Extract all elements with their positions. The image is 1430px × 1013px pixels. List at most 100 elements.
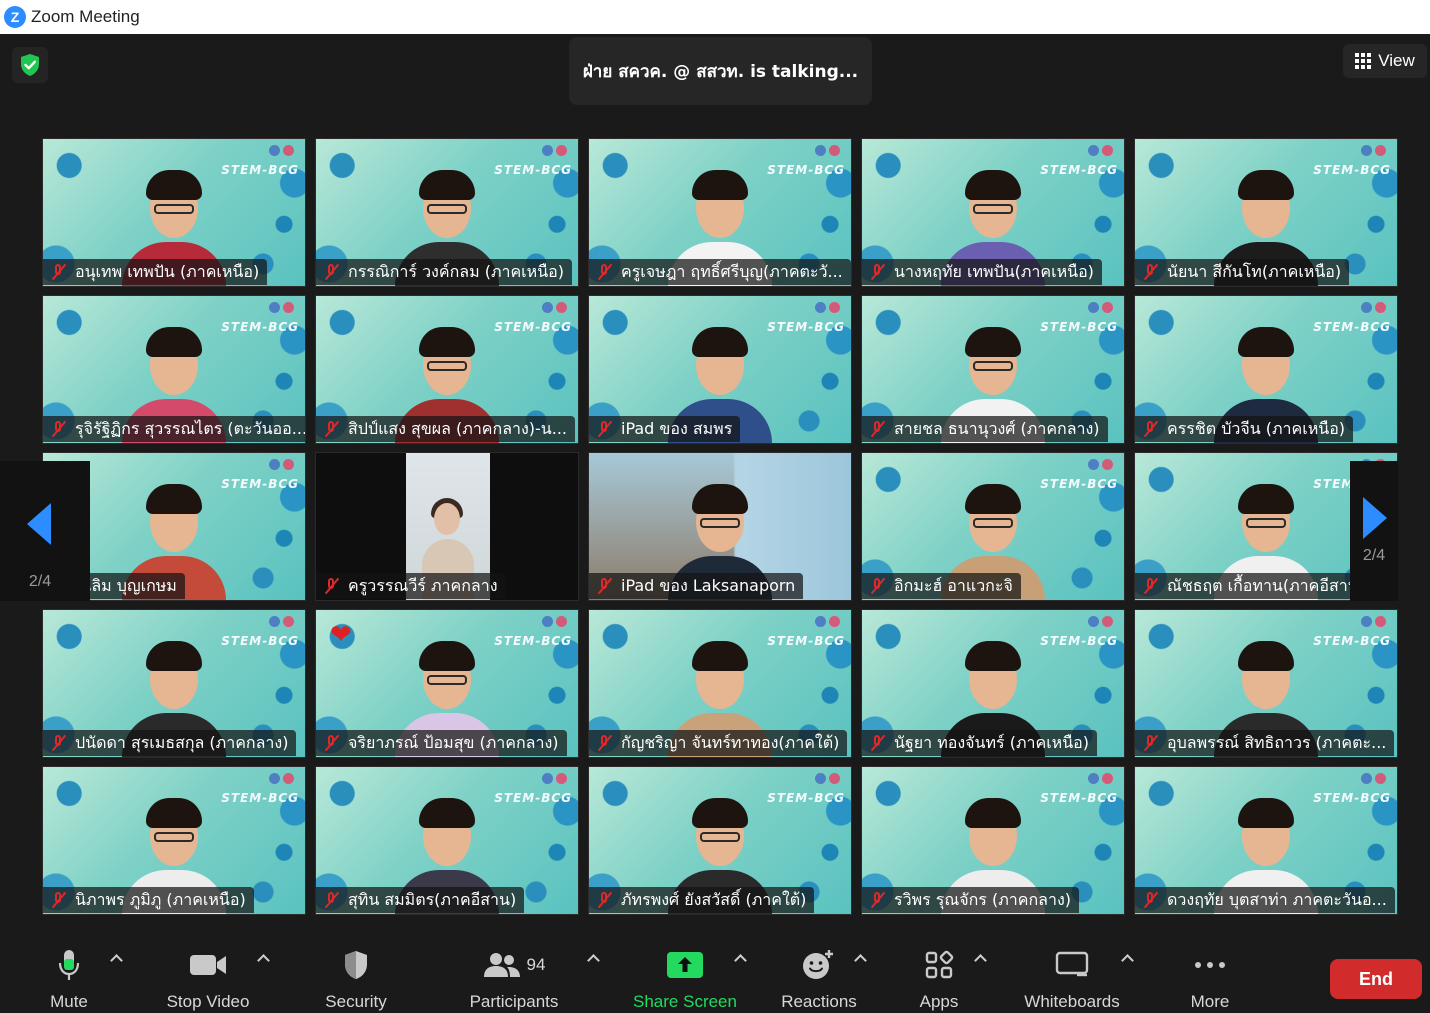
- previous-page-button[interactable]: 2/4: [25, 503, 55, 593]
- share-screen-icon: [667, 952, 703, 978]
- whiteboards-options-caret[interactable]: [1122, 952, 1132, 962]
- participant-tile[interactable]: STEM-BCG อุบลพรรณ์ สิทธิถาวร (ภาคตะ...: [1134, 609, 1398, 758]
- participant-tile[interactable]: iPad ของ Laksanaporn: [588, 452, 852, 601]
- participant-name: ครูวรรณวีร์ ภาคกลาง: [348, 575, 498, 595]
- participant-name-label: รวิพร รุณจักร (ภาคกลาง): [862, 887, 1079, 913]
- participant-name-label: รุจิรัฐิฏิกร สุวรรณไตร (ตะวันออ...: [43, 416, 305, 442]
- participant-name: iPad ของ Laksanaporn: [621, 575, 796, 595]
- mic-muted-icon: [322, 734, 340, 752]
- participant-name-label: นัฐยา ทองจันทร์ (ภาคเหนือ): [862, 730, 1097, 756]
- encryption-shield-icon[interactable]: [12, 47, 48, 83]
- end-meeting-button[interactable]: End: [1330, 959, 1422, 999]
- participant-name: สิปป์แสง สุขผล (ภาคกลาง)-น...: [348, 418, 567, 438]
- participant-tile[interactable]: STEM-BCG ปนัดดา สุรเมธสกุล (ภาคกลาง): [42, 609, 306, 758]
- reactions-label: Reactions: [781, 992, 857, 1011]
- share-screen-label: Share Screen: [633, 992, 737, 1011]
- participant-tile[interactable]: STEM-BCG นิภาพร ภูมิภู (ภาคเหนือ): [42, 766, 306, 915]
- microphone-icon: [58, 950, 80, 980]
- mic-muted-icon: [595, 577, 613, 595]
- participant-name: ครรชิต บัวจีน (ภาคเหนือ): [1167, 418, 1346, 438]
- next-page-button[interactable]: 2/4: [1350, 461, 1398, 601]
- participant-name-label: อุบลพรรณ์ สิทธิถาวร (ภาคตะ...: [1135, 730, 1395, 756]
- brand-logo-icon: [1088, 145, 1114, 157]
- participant-name: ดวงฤทัย บุตสาท่า ภาคตะวันอ...: [1167, 889, 1387, 909]
- participant-tile[interactable]: STEM-BCG ภัทรพงศ์ ยังสวัสดิ์ (ภาคใต้): [588, 766, 852, 915]
- arrow-right-icon: [1363, 497, 1387, 539]
- participant-tile[interactable]: STEM-BCG กัญชริญา จันทร์ทาทอง(ภาคใต้): [588, 609, 852, 758]
- security-button[interactable]: Security: [320, 940, 392, 1013]
- reactions-button[interactable]: Reactions: [776, 940, 862, 1013]
- video-camera-icon: [190, 955, 226, 975]
- participants-label: Participants: [469, 992, 559, 1011]
- participant-tile[interactable]: STEM-BCG สิปป์แสง สุขผล (ภาคกลาง)-น...: [315, 295, 579, 444]
- whiteboards-button[interactable]: Whiteboards: [1016, 940, 1128, 1013]
- stop-video-label: Stop Video: [166, 992, 250, 1011]
- participant-name-label: สิปป์แสง สุขผล (ภาคกลาง)-น...: [316, 416, 575, 442]
- brand-logo-icon: [815, 773, 841, 785]
- participant-name: อุบลพรรณ์ สิทธิถาวร (ภาคตะ...: [1167, 732, 1387, 752]
- mic-muted-icon: [868, 734, 886, 752]
- participant-tile[interactable]: STEM-BCG สุทิน สมมิตร(ภาคอีสาน): [315, 766, 579, 915]
- participant-name: นัยนา สีกันโท(ภาคเหนือ): [1167, 261, 1342, 281]
- share-options-caret[interactable]: [735, 952, 745, 962]
- mic-muted-icon: [595, 420, 613, 438]
- participant-tile[interactable]: STEM-BCG ครูเจษฎา ฤทธิ์ศรีบุญ(ภาคตะวั...: [588, 138, 852, 287]
- participant-tile[interactable]: STEM-BCG ครรชิต บัวจีน (ภาคเหนือ): [1134, 295, 1398, 444]
- mute-button[interactable]: Mute: [42, 940, 96, 1013]
- participant-tile[interactable]: STEM-BCG นางหฤทัย เทพปัน(ภาคเหนือ): [861, 138, 1125, 287]
- reactions-options-caret[interactable]: [855, 952, 865, 962]
- more-button[interactable]: More: [1182, 940, 1238, 1013]
- active-speaker-text: ฝ่าย สควค. @ สสวท. is talking...: [582, 61, 859, 82]
- participant-name: กรรณิการ์ วงค์กลม (ภาคเหนือ): [348, 261, 564, 281]
- brand-logo-icon: [1361, 616, 1387, 628]
- participants-count: 94: [526, 955, 546, 974]
- share-screen-button[interactable]: Share Screen: [628, 940, 742, 1013]
- participant-tile[interactable]: STEM-BCG อิกมะฮ์ อาแวกะจิ: [861, 452, 1125, 601]
- video-options-caret[interactable]: [258, 952, 268, 962]
- participants-options-caret[interactable]: [588, 952, 598, 962]
- participant-name: ภัทรพงศ์ ยังสวัสดิ์ (ภาคใต้): [621, 889, 807, 909]
- participant-tile[interactable]: STEM-BCG รวิพร รุณจักร (ภาคกลาง): [861, 766, 1125, 915]
- brand-logo-icon: [1361, 302, 1387, 314]
- mute-label: Mute: [50, 992, 88, 1011]
- window-title: Zoom Meeting: [31, 7, 140, 26]
- participant-tile[interactable]: STEM-BCG iPad ของ สมพร: [588, 295, 852, 444]
- participants-button[interactable]: 94 Participants: [462, 940, 566, 1013]
- whiteboard-icon: [1055, 951, 1089, 977]
- participant-name-label: นิภาพร ภูมิภู (ภาคเหนือ): [43, 887, 254, 913]
- participant-tile[interactable]: ครูวรรณวีร์ ภาคกลาง: [315, 452, 579, 601]
- participant-tile[interactable]: STEM-BCG กรรณิการ์ วงค์กลม (ภาคเหนือ): [315, 138, 579, 287]
- participant-name: ปนัดดา สุรเมธสกุล (ภาคกลาง): [75, 732, 289, 752]
- participant-name-label: อนุเทพ เทพปัน (ภาคเหนือ): [43, 259, 268, 285]
- participant-tile[interactable]: STEM-BCG ดวงฤทัย บุตสาท่า ภาคตะวันอ...: [1134, 766, 1398, 915]
- mic-muted-icon: [322, 420, 340, 438]
- participant-tile[interactable]: STEM-BCG อนุเทพ เทพปัน (ภาคเหนือ): [42, 138, 306, 287]
- brand-logo-icon: [1088, 616, 1114, 628]
- participant-tile[interactable]: STEM-BCG รุจิรัฐิฏิกร สุวรรณไตร (ตะวันออ.…: [42, 295, 306, 444]
- participant-name: นัฐยา ทองจันทร์ (ภาคเหนือ): [894, 732, 1089, 752]
- apps-options-caret[interactable]: [975, 952, 985, 962]
- audio-options-caret[interactable]: [111, 952, 121, 962]
- participant-name-label: กัญชริญา จันทร์ทาทอง(ภาคใต้): [589, 730, 848, 756]
- participant-tile[interactable]: STEM-BCG นัฐยา ทองจันทร์ (ภาคเหนือ): [861, 609, 1125, 758]
- mic-muted-icon: [868, 420, 886, 438]
- stop-video-button[interactable]: Stop Video: [160, 940, 256, 1013]
- mic-muted-icon: [868, 891, 886, 909]
- participant-name-label: สายชล ธนานุวงศ์ (ภาคกลาง): [862, 416, 1108, 442]
- participant-name-label: สุทิน สมมิตร(ภาคอีสาน): [316, 887, 525, 913]
- participant-name-label: ดวงฤทัย บุตสาท่า ภาคตะวันอ...: [1135, 887, 1395, 913]
- more-dots-icon: [1195, 962, 1225, 968]
- brand-logo-icon: [269, 773, 295, 785]
- apps-button[interactable]: Apps: [910, 940, 968, 1013]
- participant-tile[interactable]: STEM-BCG ❤ จริยาภรณ์ ป้อมสุข (ภาคกลาง): [315, 609, 579, 758]
- brand-logo-icon: [815, 616, 841, 628]
- brand-logo-icon: [542, 145, 568, 157]
- view-button[interactable]: View: [1343, 44, 1427, 78]
- brand-logo-icon: [1361, 773, 1387, 785]
- view-label: View: [1378, 51, 1415, 70]
- participant-name: สายชล ธนานุวงศ์ (ภาคกลาง): [894, 418, 1100, 438]
- participant-tile[interactable]: STEM-BCG สายชล ธนานุวงศ์ (ภาคกลาง): [861, 295, 1125, 444]
- participant-name: ครูเจษฎา ฤทธิ์ศรีบุญ(ภาคตะวั...: [621, 261, 843, 281]
- zoom-logo-icon: Z: [4, 6, 26, 28]
- participant-tile[interactable]: STEM-BCG นัยนา สีกันโท(ภาคเหนือ): [1134, 138, 1398, 287]
